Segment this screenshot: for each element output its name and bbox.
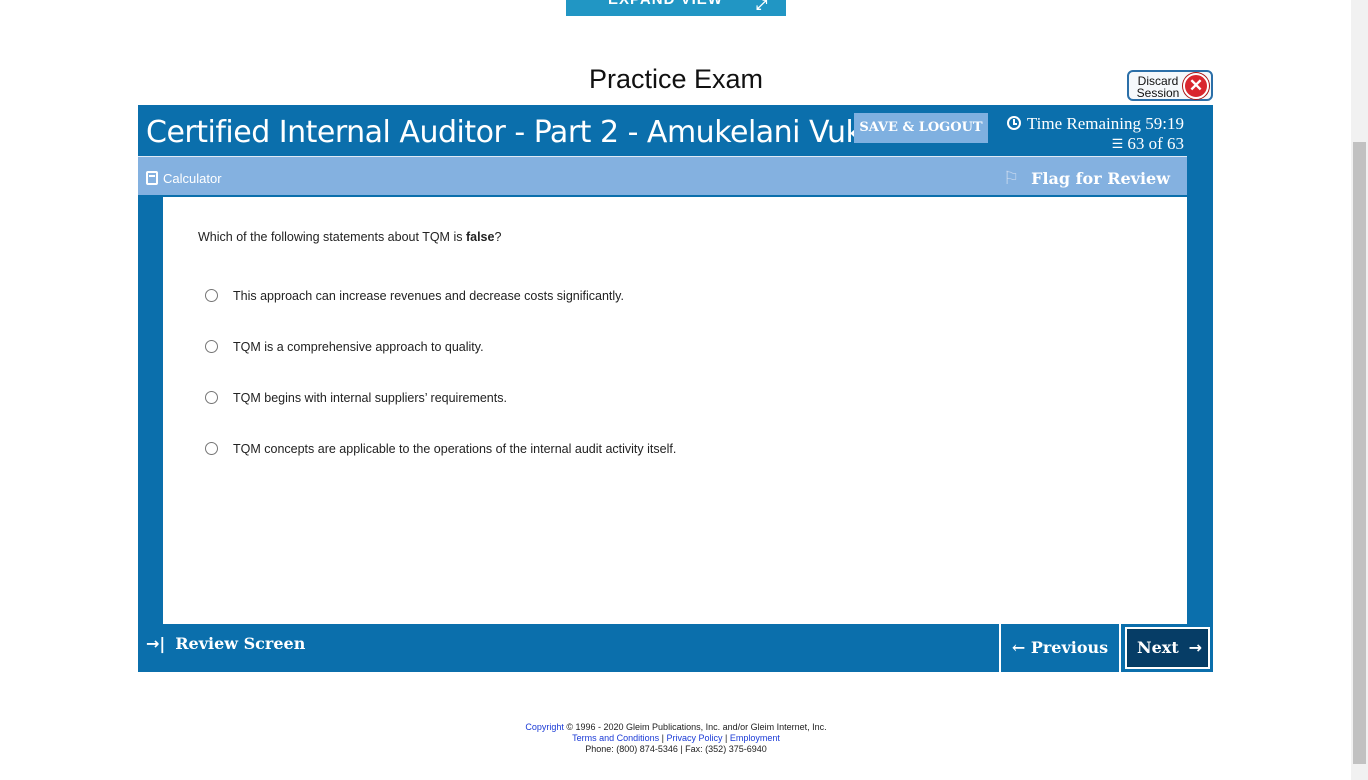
answer-option-text: TQM begins with internal suppliers’ requ…: [233, 391, 507, 405]
radio-button[interactable]: [205, 289, 218, 302]
previous-button[interactable]: ← Previous: [999, 624, 1121, 672]
calculator-label: Calculator: [163, 171, 222, 186]
review-screen-button[interactable]: →| Review Screen: [146, 634, 305, 653]
calculator-button[interactable]: Calculator: [146, 171, 222, 186]
flag-for-review-button[interactable]: ⚐ Flag for Review: [1003, 168, 1170, 189]
close-circle-icon: ✕: [1183, 73, 1209, 99]
terms-link[interactable]: Terms and Conditions: [572, 733, 659, 743]
radio-button[interactable]: [205, 340, 218, 353]
page-scrollbar[interactable]: [1351, 0, 1368, 780]
privacy-policy-link[interactable]: Privacy Policy: [667, 733, 723, 743]
answer-option-text: This approach can increase revenues and …: [233, 289, 624, 303]
answer-option-b[interactable]: TQM is a comprehensive approach to quali…: [205, 340, 484, 360]
scrollbar-thumb[interactable]: [1353, 142, 1366, 764]
flag-for-review-label: Flag for Review: [1031, 169, 1170, 188]
time-remaining-value: 59:19: [1145, 114, 1184, 133]
next-button[interactable]: Next →: [1125, 627, 1210, 669]
calculator-icon: [146, 171, 158, 185]
copyright-link[interactable]: Copyright: [525, 722, 564, 732]
question-emphasis: false: [465, 230, 495, 244]
timer-panel: Time Remaining 59:19 ☰ 63 of 63: [1000, 114, 1184, 154]
arrow-right-icon: →: [1188, 638, 1202, 657]
save-logout-button[interactable]: SAVE & LOGOUT: [854, 113, 988, 143]
question-panel: Which of the following statements about …: [163, 197, 1187, 624]
page-title: Practice Exam: [588, 64, 764, 94]
footer-copyright: Copyright © 1996 - 2020 Gleim Publicatio…: [476, 722, 876, 755]
employment-link[interactable]: Employment: [730, 733, 780, 743]
answer-option-text: TQM concepts are applicable to the opera…: [233, 442, 677, 456]
radio-button[interactable]: [205, 391, 218, 404]
phone-fax: Phone: (800) 874-5346 | Fax: (352) 375-6…: [585, 744, 767, 754]
answer-option-d[interactable]: TQM concepts are applicable to the opera…: [205, 442, 676, 462]
clock-icon: [1006, 116, 1021, 130]
discard-session-button[interactable]: Discard Session ✕: [1127, 70, 1213, 101]
question-progress: 63 of 63: [1127, 134, 1184, 153]
navigation-bar: →| Review Screen ← Previous Next →: [138, 624, 1213, 672]
exam-toolbar: Calculator ⚐ Flag for Review: [138, 156, 1187, 195]
review-screen-label: Review Screen: [175, 634, 306, 653]
flag-icon: ⚐: [1002, 168, 1020, 189]
expand-view-label: EXPAND VIEW: [608, 0, 723, 8]
next-label: Next: [1137, 638, 1179, 657]
answer-option-c[interactable]: TQM begins with internal suppliers’ requ…: [205, 391, 507, 411]
previous-label: Previous: [1030, 638, 1109, 657]
question-stack-icon: ☰: [1111, 136, 1124, 151]
exam-frame: Certified Internal Auditor - Part 2 - Am…: [138, 105, 1213, 672]
exam-title: Certified Internal Auditor - Part 2 - Am…: [146, 115, 906, 150]
expand-view-button[interactable]: EXPAND VIEW ⤢: [566, 0, 786, 16]
expand-arrows-icon: ⤢: [756, 0, 769, 12]
discard-session-label: Discard Session: [1136, 74, 1180, 100]
question-text: Which of the following statements about …: [198, 230, 502, 244]
answer-option-text: TQM is a comprehensive approach to quali…: [233, 340, 484, 354]
answer-option-a[interactable]: This approach can increase revenues and …: [205, 289, 624, 309]
time-remaining-label: Time Remaining: [1026, 114, 1142, 133]
arrow-left-icon: ←: [1011, 638, 1026, 657]
arrow-to-end-icon: →|: [146, 634, 166, 653]
radio-button[interactable]: [205, 442, 218, 455]
